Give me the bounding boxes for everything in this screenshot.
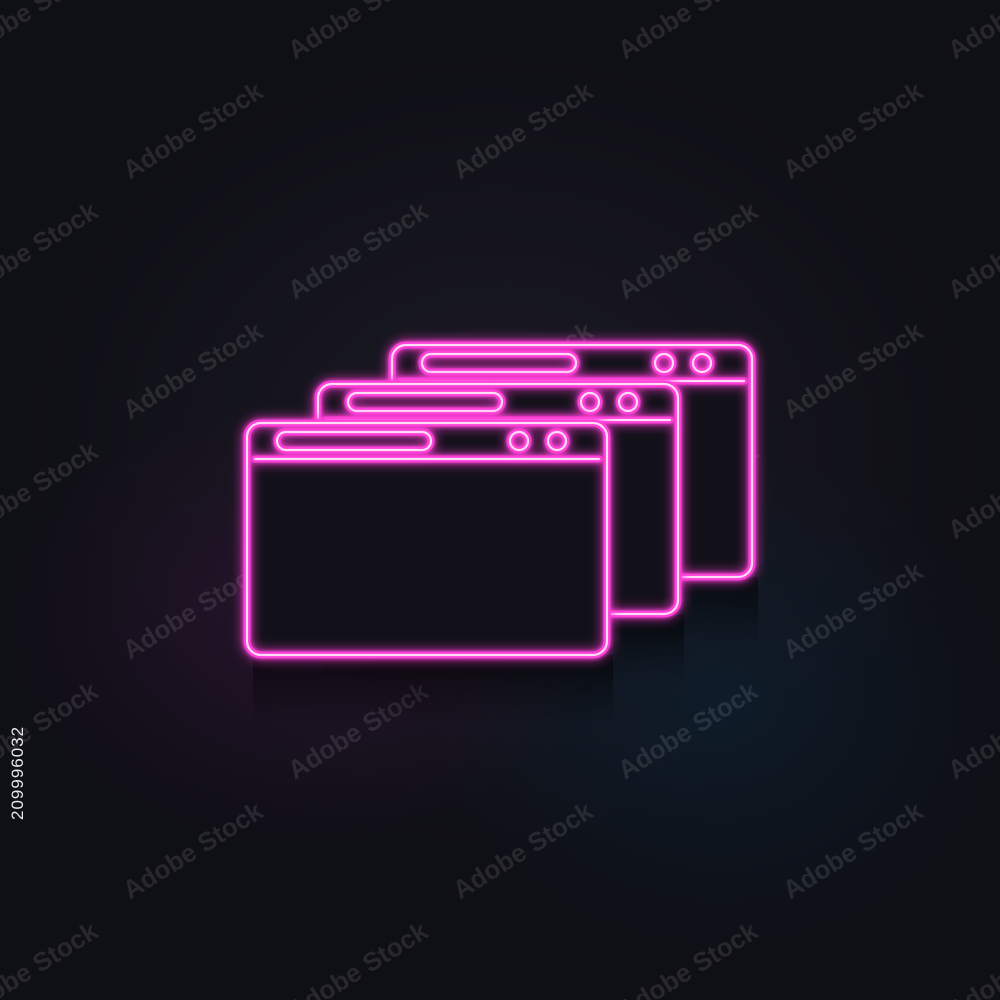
stock-id-label: 209996032 bbox=[8, 725, 27, 820]
neon-icon-canvas: Adobe StockAdobe StockAdobe StockAdobe S… bbox=[0, 0, 1000, 1000]
browser-windows-icon bbox=[243, 341, 758, 725]
window-shadow bbox=[253, 655, 613, 725]
browser-window-3 bbox=[243, 419, 613, 725]
